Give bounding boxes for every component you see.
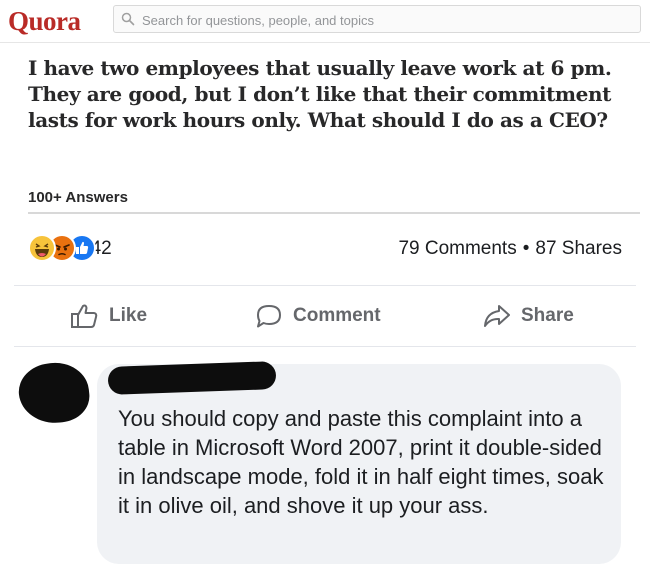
comment-button-label: Comment [293, 305, 381, 326]
avatar[interactable] [16, 359, 92, 427]
quora-header: Quora Search for questions, people, and … [0, 0, 650, 44]
share-arrow-icon [484, 305, 510, 327]
share-button[interactable]: Share [482, 300, 574, 332]
quora-bottom-divider [28, 212, 640, 214]
quora-logo[interactable]: Quora [8, 6, 81, 37]
shares-count[interactable]: 87 Shares [535, 238, 622, 259]
thumbs-up-icon [71, 304, 98, 328]
speech-bubble-icon [257, 305, 281, 328]
comment-text: You should copy and paste this complaint… [118, 406, 604, 518]
search-input[interactable]: Search for questions, people, and topics [113, 5, 641, 33]
answers-count[interactable]: 100+ Answers [28, 189, 128, 206]
comment-button[interactable]: Comment [254, 300, 381, 332]
header-divider [0, 42, 650, 43]
comment-share-stats: 79 Comments • 87 Shares [398, 238, 622, 260]
share-button-label: Share [521, 305, 574, 326]
haha-reaction-icon [28, 234, 56, 262]
like-button[interactable]: Like [70, 300, 147, 332]
post-action-bar: Like Comment Share [14, 285, 636, 347]
like-button-label: Like [109, 305, 148, 326]
search-icon [121, 12, 135, 26]
commenter-name-redacted[interactable] [107, 361, 277, 395]
search-placeholder: Search for questions, people, and topics [142, 13, 374, 28]
stats-separator: • [522, 238, 530, 259]
comments-count[interactable]: 79 Comments [398, 238, 516, 259]
question-title[interactable]: I have two employees that usually leave … [28, 55, 638, 133]
